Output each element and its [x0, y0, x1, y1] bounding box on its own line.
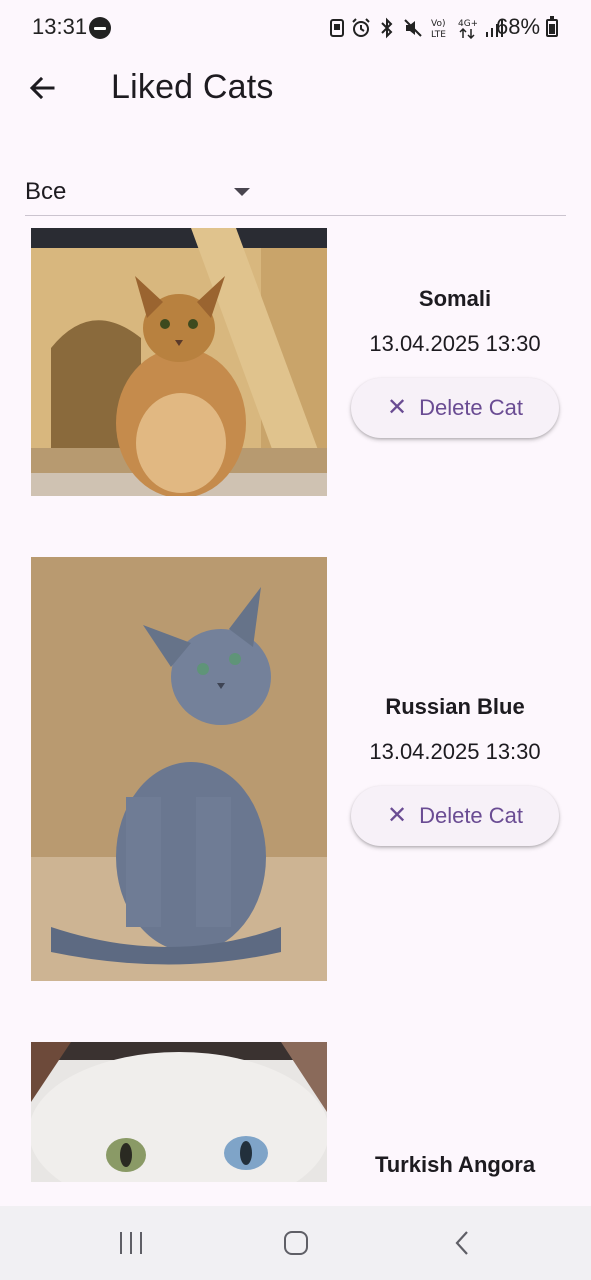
cat-name: Russian Blue	[385, 694, 525, 719]
cat-date: 13.04.2025 13:30	[369, 331, 541, 356]
delete-cat-button[interactable]: ✕ Delete Cat	[351, 378, 559, 438]
screen: 13:31 Vo) LTE 4G+ 68% Liked Cats Все Som…	[0, 0, 591, 1280]
home-icon	[284, 1231, 308, 1255]
dropdown-arrow-icon	[234, 188, 250, 196]
network-4g-icon: 4G+	[458, 19, 477, 39]
back-nav-button[interactable]	[432, 1224, 492, 1262]
breed-filter-value: Все	[25, 178, 67, 205]
svg-text:Vo): Vo)	[431, 19, 445, 29]
arrow-left-icon	[29, 76, 55, 100]
breed-filter-dropdown[interactable]: Все	[25, 170, 566, 216]
cat-name: Turkish Angora	[374, 1152, 536, 1177]
cat-name: Somali	[418, 286, 492, 311]
list-item: Somali 13.04.2025 13:30 ✕ Delete Cat	[0, 228, 591, 496]
battery-icon	[546, 16, 558, 37]
svg-text:4G+: 4G+	[458, 19, 477, 29]
bluetooth-icon	[381, 17, 393, 39]
status-bar: 13:31 Vo) LTE 4G+ 68%	[0, 0, 591, 56]
delete-cat-label: Delete Cat	[419, 803, 524, 828]
close-icon: ✕	[386, 394, 408, 421]
cat-list[interactable]: Somali 13.04.2025 13:30 ✕ Delete Cat Rus…	[0, 216, 591, 1206]
cat-photo	[31, 228, 327, 496]
cat-date: 13.04.2025 13:30	[369, 739, 541, 764]
status-time: 13:31	[32, 14, 88, 39]
notification-icon	[330, 19, 344, 37]
cat-info: Somali 13.04.2025 13:30 ✕ Delete Cat	[347, 286, 563, 438]
cat-info: Russian Blue 13.04.2025 13:30 ✕ Delete C…	[347, 694, 563, 846]
close-icon: ✕	[386, 802, 408, 829]
app-bar: Liked Cats	[0, 56, 591, 120]
cat-photo	[31, 557, 327, 981]
cat-photo	[31, 1042, 327, 1182]
volte-icon: Vo)LTE	[431, 19, 446, 39]
system-nav-bar	[0, 1206, 591, 1280]
svg-text:LTE: LTE	[431, 30, 446, 39]
cat-info: Turkish Angora	[347, 1152, 563, 1178]
dnd-icon	[89, 17, 111, 39]
page-title: Liked Cats	[111, 68, 274, 106]
recent-apps-icon	[120, 1232, 142, 1254]
delete-cat-button[interactable]: ✕ Delete Cat	[351, 786, 559, 846]
list-item: Turkish Angora	[0, 1042, 591, 1206]
alarm-icon	[352, 18, 370, 37]
chevron-left-icon	[455, 1231, 468, 1255]
mute-icon	[404, 19, 422, 37]
back-button[interactable]	[18, 64, 66, 112]
home-button[interactable]	[266, 1224, 326, 1262]
recent-apps-button[interactable]	[101, 1224, 161, 1262]
status-icons: Vo) LTE 4G+	[330, 16, 504, 40]
battery-percent: 68%	[496, 14, 541, 39]
list-item: Russian Blue 13.04.2025 13:30 ✕ Delete C…	[0, 557, 591, 981]
delete-cat-label: Delete Cat	[419, 395, 524, 420]
